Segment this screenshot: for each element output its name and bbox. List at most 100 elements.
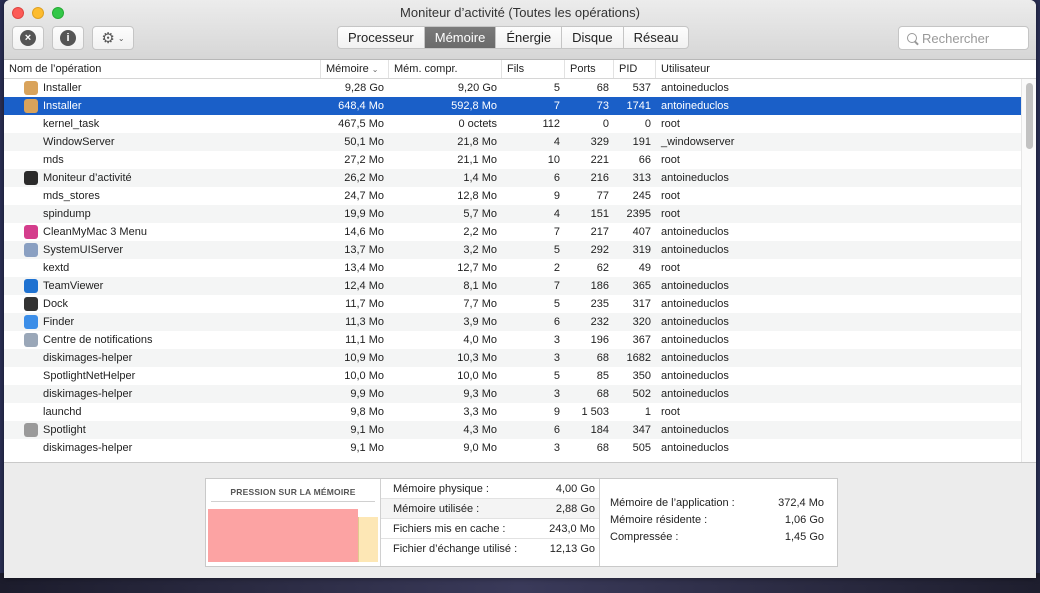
pressure-graph-area — [208, 509, 358, 562]
column-header-threads[interactable]: Fils — [502, 60, 565, 78]
ports-cell: 186 — [590, 280, 609, 292]
table-row[interactable]: WindowServer 50,1 Mo 21,8 Mo 4 329 191 _window… — [4, 133, 1036, 151]
app-memory-stat-row: Compressée : 1,45 Go — [610, 531, 824, 548]
pid-cell: 407 — [632, 226, 651, 238]
column-header-pid[interactable]: PID — [614, 60, 656, 78]
table-row[interactable]: Spotlight 9,1 Mo 4,3 Mo 6 184 347 antoineduclo… — [4, 421, 1036, 439]
memory-cell: 14,6 Mo — [344, 226, 384, 238]
threads-cell: 6 — [553, 424, 560, 436]
process-name-cell: Installer — [4, 97, 321, 115]
app-memory-stat-label: Mémoire de l’application : — [610, 497, 735, 509]
table-row[interactable]: diskimages-helper 9,9 Mo 9,3 Mo 3 68 502 antoi… — [4, 385, 1036, 403]
table-row[interactable]: CleanMyMac 3 Menu 14,6 Mo 2,2 Mo 7 217 407 ant… — [4, 223, 1036, 241]
app-memory-stats-list: Mémoire de l’application :372,4 Mo Mémoir… — [610, 497, 824, 548]
search-input[interactable] — [922, 30, 1022, 46]
column-header-name[interactable]: Nom de l’opération — [4, 60, 321, 78]
quit-process-button[interactable]: × — [12, 26, 44, 50]
tab-4[interactable]: Réseau — [624, 27, 689, 48]
table-row[interactable]: mds 27,2 Mo 21,1 Mo 10 221 66 root — [4, 151, 1036, 169]
process-name-cell: kernel_task — [4, 115, 321, 133]
table-row[interactable]: diskimages-helper 9,1 Mo 9,0 Mo 3 68 505 antoi… — [4, 439, 1036, 457]
pid-cell: 319 — [632, 244, 651, 256]
process-name-cell: SpotlightNetHelper — [4, 367, 321, 385]
memory-cell: 26,2 Mo — [344, 172, 384, 184]
table-row[interactable]: Centre de notifications 11,1 Mo 4,0 Mo 3 196… — [4, 331, 1036, 349]
pid-cell: 2395 — [626, 208, 651, 220]
table-row[interactable]: launchd 9,8 Mo 3,3 Mo 9 1 503 1 root — [4, 403, 1036, 421]
column-header-compressed[interactable]: Mém. compr. — [389, 60, 502, 78]
user-cell: root — [661, 118, 680, 130]
user-cell: root — [661, 154, 680, 166]
ports-cell: 292 — [590, 244, 609, 256]
compressed-cell: 4,0 Mo — [463, 334, 497, 346]
compressed-cell: 10,0 Mo — [457, 370, 497, 382]
tab-0[interactable]: Processeur — [338, 27, 425, 48]
user-cell: antoineduclos — [661, 172, 729, 184]
compressed-cell: 9,3 Mo — [463, 388, 497, 400]
pressure-graph-tail — [358, 517, 378, 562]
inspect-process-button[interactable]: i — [52, 26, 84, 50]
ports-cell: 77 — [596, 190, 609, 202]
dock-icon — [24, 297, 38, 311]
table-header: Nom de l’opération Mémoire ⌄ Mém. compr.… — [4, 60, 1036, 79]
column-header-user[interactable]: Utilisateur — [656, 60, 796, 78]
app-memory-stat-label: Mémoire résidente : — [610, 514, 708, 526]
memory-cell: 19,9 Mo — [344, 208, 384, 220]
user-cell: root — [661, 208, 680, 220]
table-row[interactable]: kextd 13,4 Mo 12,7 Mo 2 62 49 root — [4, 259, 1036, 277]
table-row[interactable]: diskimages-helper 10,9 Mo 10,3 Mo 3 68 1682 an… — [4, 349, 1036, 367]
icon-placeholder — [24, 135, 38, 149]
table-row[interactable]: Installer 9,28 Go 9,20 Go 5 68 537 antoineducl… — [4, 79, 1036, 97]
process-name-cell: Finder — [4, 313, 321, 331]
app-memory-stat-row: Mémoire résidente : 1,06 Go — [610, 514, 824, 531]
scrollbar-thumb[interactable] — [1026, 83, 1033, 149]
table-row[interactable]: SpotlightNetHelper 10,0 Mo 10,0 Mo 5 85 350 an… — [4, 367, 1036, 385]
table-row[interactable]: Installer 648,4 Mo 592,8 Mo 7 73 1741 antoined… — [4, 97, 1036, 115]
pid-cell: 367 — [632, 334, 651, 346]
table-row[interactable]: Moniteur d’activité 26,2 Mo 1,4 Mo 6 216 313 a… — [4, 169, 1036, 187]
column-header-memory[interactable]: Mémoire ⌄ — [321, 60, 389, 78]
process-name-cell: TeamViewer — [4, 277, 321, 295]
table-row[interactable]: mds_stores 24,7 Mo 12,8 Mo 9 77 245 root — [4, 187, 1036, 205]
process-name: Finder — [43, 316, 75, 328]
process-name: Centre de notifications — [43, 334, 153, 346]
pid-cell: 1682 — [626, 352, 651, 364]
threads-cell: 9 — [553, 406, 560, 418]
table-row[interactable]: SystemUIServer 13,7 Mo 3,2 Mo 5 292 319 antoin… — [4, 241, 1036, 259]
app-memory-stat-value: 1,45 Go — [784, 531, 824, 543]
vertical-scrollbar[interactable] — [1021, 79, 1036, 462]
icon-placeholder — [24, 351, 38, 365]
memory-cell: 10,0 Mo — [344, 370, 384, 382]
app-memory-stat-label: Compressée : — [610, 531, 679, 543]
process-name: CleanMyMac 3 Menu — [43, 226, 147, 238]
ports-cell: 85 — [596, 370, 609, 382]
table-row[interactable]: Dock 11,7 Mo 7,7 Mo 5 235 317 antoineduclos — [4, 295, 1036, 313]
table-row[interactable]: TeamViewer 12,4 Mo 8,1 Mo 7 186 365 antoineduc… — [4, 277, 1036, 295]
systemuiserver-icon — [24, 243, 38, 257]
column-header-ports[interactable]: Ports — [565, 60, 614, 78]
memory-pressure-title: PRESSION SUR LA MÉMOIRE — [230, 487, 356, 497]
spotlight-icon — [24, 423, 38, 437]
ports-cell: 329 — [590, 136, 609, 148]
tab-2[interactable]: Énergie — [496, 27, 563, 48]
installer-icon — [24, 81, 38, 95]
process-name: mds — [43, 154, 64, 166]
process-name: Installer — [43, 82, 82, 94]
table-row[interactable]: kernel_task 467,5 Mo 0 octets 112 0 0 root — [4, 115, 1036, 133]
action-menu-button[interactable]: ⚙ ⌄ — [92, 26, 134, 50]
process-name: WindowServer — [43, 136, 115, 148]
user-cell: antoineduclos — [661, 82, 729, 94]
threads-cell: 3 — [553, 334, 560, 346]
process-name-cell: diskimages-helper — [4, 439, 321, 457]
process-name: kextd — [43, 262, 70, 274]
table-row[interactable]: spindump 19,9 Mo 5,7 Mo 4 151 2395 root — [4, 205, 1036, 223]
pid-cell: 365 — [632, 280, 651, 292]
user-cell: antoineduclos — [661, 280, 729, 292]
memory-cell: 50,1 Mo — [344, 136, 384, 148]
compressed-cell: 3,3 Mo — [463, 406, 497, 418]
tab-3[interactable]: Disque — [562, 27, 624, 48]
search-field[interactable] — [898, 26, 1029, 50]
tab-1[interactable]: Mémoire — [424, 27, 497, 48]
table-row[interactable]: Finder 11,3 Mo 3,9 Mo 6 232 320 antoineduclos — [4, 313, 1036, 331]
process-name-cell: mds_stores — [4, 187, 321, 205]
